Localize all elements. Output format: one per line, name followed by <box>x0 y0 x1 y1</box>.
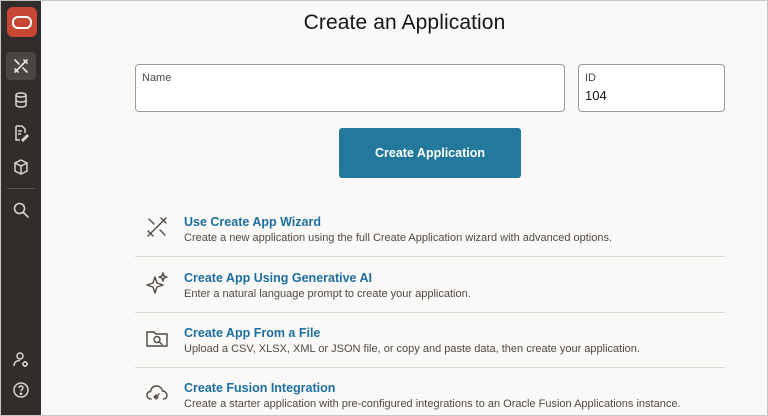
app-window: Create an Application Name ID 104 Create… <box>0 0 768 416</box>
sidebar <box>1 1 41 415</box>
id-value: 104 <box>585 88 607 103</box>
option-description: Create a starter application with pre-co… <box>184 398 681 410</box>
page-title: Create an Application <box>303 11 506 34</box>
name-label: Name <box>142 72 172 84</box>
search-icon[interactable] <box>6 196 36 224</box>
create-application-button[interactable]: Create Application <box>339 128 521 178</box>
option-title: Create App Using Generative AI <box>184 271 373 285</box>
sidebar-divider <box>7 188 35 189</box>
option-title: Use Create App Wizard <box>184 215 321 229</box>
user-settings-icon[interactable] <box>6 346 36 374</box>
option-description: Enter a natural language prompt to creat… <box>184 288 471 300</box>
option-description: Create a new application using the full … <box>184 232 613 244</box>
option-app-from-file[interactable]: Create App From a File Upload a CSV, XLS… <box>135 312 725 367</box>
folder-search-icon <box>146 331 168 347</box>
id-field[interactable]: ID 104 <box>578 64 725 112</box>
option-description: Upload a CSV, XLSX, XML or JSON file, or… <box>184 343 640 355</box>
oracle-logo-icon[interactable] <box>7 7 37 37</box>
package-icon[interactable] <box>6 153 36 181</box>
option-generative-ai[interactable]: Create App Using Generative AI Enter a n… <box>135 257 725 312</box>
option-create-app-wizard[interactable]: Use Create App Wizard Create a new appli… <box>135 201 725 256</box>
option-fusion-integration[interactable]: Create Fusion Integration Create a start… <box>135 367 725 415</box>
main-content: Create an Application Name ID 104 Create… <box>42 1 767 415</box>
database-icon[interactable] <box>6 86 36 114</box>
id-label: ID <box>585 72 596 84</box>
cloud-link-icon <box>146 385 168 400</box>
name-field[interactable]: Name <box>135 64 565 112</box>
option-title: Create App From a File <box>184 326 321 340</box>
wizard-icon <box>147 217 167 237</box>
sparkle-icon <box>146 272 168 294</box>
help-icon[interactable] <box>6 376 36 404</box>
app-builder-icon[interactable] <box>6 52 36 80</box>
option-title: Create Fusion Integration <box>184 381 336 395</box>
edit-document-icon[interactable] <box>6 119 36 147</box>
